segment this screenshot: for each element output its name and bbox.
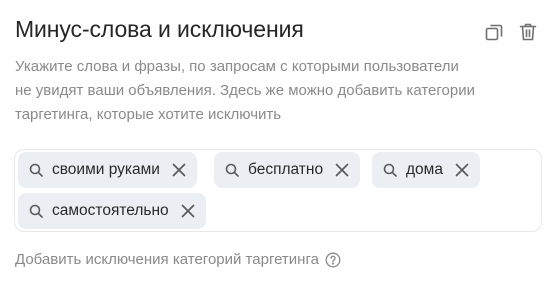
minus-word-chip: бесплатно [214,152,361,188]
copy-icon[interactable] [484,22,504,42]
minus-word-chip: дома [372,152,480,188]
chip-label: своими руками [52,161,160,178]
chip-label: самостоятельно [52,202,169,219]
search-icon [383,163,397,177]
search-icon [29,204,43,218]
help-icon[interactable] [325,252,341,268]
chip-label: бесплатно [248,161,324,178]
section-title: Минус-слова и исключения [15,16,304,42]
section-description: Укажите слова и фразы, по запросам с кот… [15,55,530,127]
description-line: таргетинга, которые хотите исключить [15,106,282,123]
trash-icon[interactable] [518,22,538,42]
remove-chip-icon[interactable] [334,162,350,178]
remove-chip-icon[interactable] [171,162,187,178]
search-icon [225,163,239,177]
add-targeting-exclusion-link[interactable]: Добавить исключения категорий таргетинга [15,251,341,268]
chip-label: дома [406,161,443,178]
search-icon [29,163,43,177]
section-actions [484,22,538,42]
description-line: не увидят ваши объявления. Здесь же можн… [15,82,475,99]
remove-chip-icon[interactable] [180,203,196,219]
minus-word-chip: своими руками [18,152,197,188]
description-line: Укажите слова и фразы, по запросам с кот… [15,58,459,75]
minus-word-chip: самостоятельно [18,193,206,229]
add-targeting-exclusion-label: Добавить исключения категорий таргетинга [15,251,319,268]
remove-chip-icon[interactable] [454,162,470,178]
